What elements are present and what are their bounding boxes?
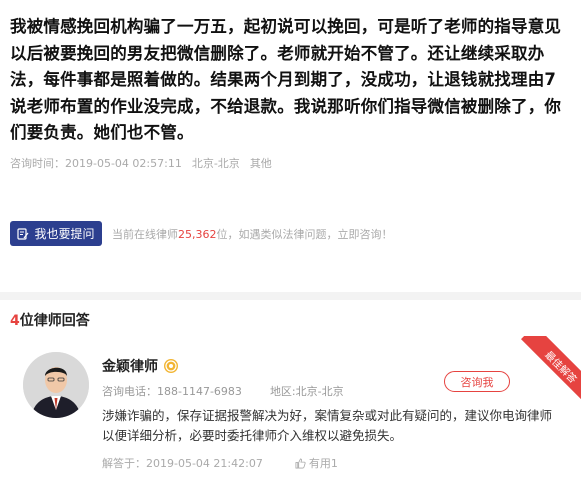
answer-card: 金颖律师 咨询电话：188-1147-6983 地区:北京-北京 咨询我 最佳解… [0, 336, 581, 489]
question-text: 我被情感挽回机构骗了一万五，起初说可以挽回，可是听了老师的指导意见以后被要挽回的… [10, 17, 562, 142]
question-section: 我被情感挽回机构骗了一万五，起初说可以挽回，可是听了老师的指导意见以后被要挽回的… [10, 14, 570, 171]
verified-badge-icon [164, 359, 178, 373]
lawyer-phone: 咨询电话：188-1147-6983 [102, 385, 242, 398]
answers-header: 4位律师回答 [10, 310, 90, 330]
lawyer-name[interactable]: 金颖律师 [102, 356, 158, 376]
thumbs-up-icon [295, 458, 306, 468]
best-answer-label: 最佳解答 [520, 336, 581, 407]
answer-meta: 解答于：2019-05-04 21:42:07 有用1 [102, 455, 338, 471]
question-category: 其他 [249, 156, 272, 170]
online-lawyers-hint: 当前在线律师25,362位，如遇类似法律问题，立即咨询！ [112, 226, 393, 242]
helpful-label: 有用1 [308, 457, 338, 470]
lawyer-photo [23, 352, 89, 418]
ask-row: 我也要提问 当前在线律师25,362位，如遇类似法律问题，立即咨询！ [10, 221, 393, 246]
best-answer-ribbon: 最佳解答 [510, 336, 581, 407]
answer-text: 涉嫌诈骗的，保存证据报警解决为好，案情复杂或对此有疑问的，建议你电询律师以便详细… [102, 408, 553, 443]
section-divider [0, 292, 581, 300]
question-meta: 咨询时间：2019-05-04 02:57:11 北京-北京 其他 [10, 155, 570, 171]
lawyer-region: 地区:北京-北京 [269, 385, 344, 398]
answers-count: 4 [10, 313, 20, 329]
ask-question-button[interactable]: 我也要提问 [10, 221, 102, 246]
lawyer-name-row: 金颖律师 [102, 356, 178, 376]
contact-row: 咨询电话：188-1147-6983 地区:北京-北京 [102, 383, 344, 399]
question-location: 北京-北京 [191, 156, 240, 170]
hint-suffix: 位，如遇类似法律问题，立即咨询！ [216, 227, 393, 241]
avatar[interactable] [23, 352, 89, 418]
question-time: 咨询时间：2019-05-04 02:57:11 [10, 156, 182, 170]
answers-header-label: 位律师回答 [19, 313, 90, 329]
ask-button-label: 我也要提问 [34, 227, 95, 241]
answered-time: 解答于：2019-05-04 21:42:07 [102, 457, 263, 470]
edit-note-icon [17, 227, 29, 240]
consult-me-button[interactable]: 咨询我 [444, 371, 510, 392]
online-count: 25,362 [178, 227, 217, 241]
hint-prefix: 当前在线律师 [112, 227, 178, 241]
helpful-button[interactable]: 有用1 [295, 455, 338, 471]
